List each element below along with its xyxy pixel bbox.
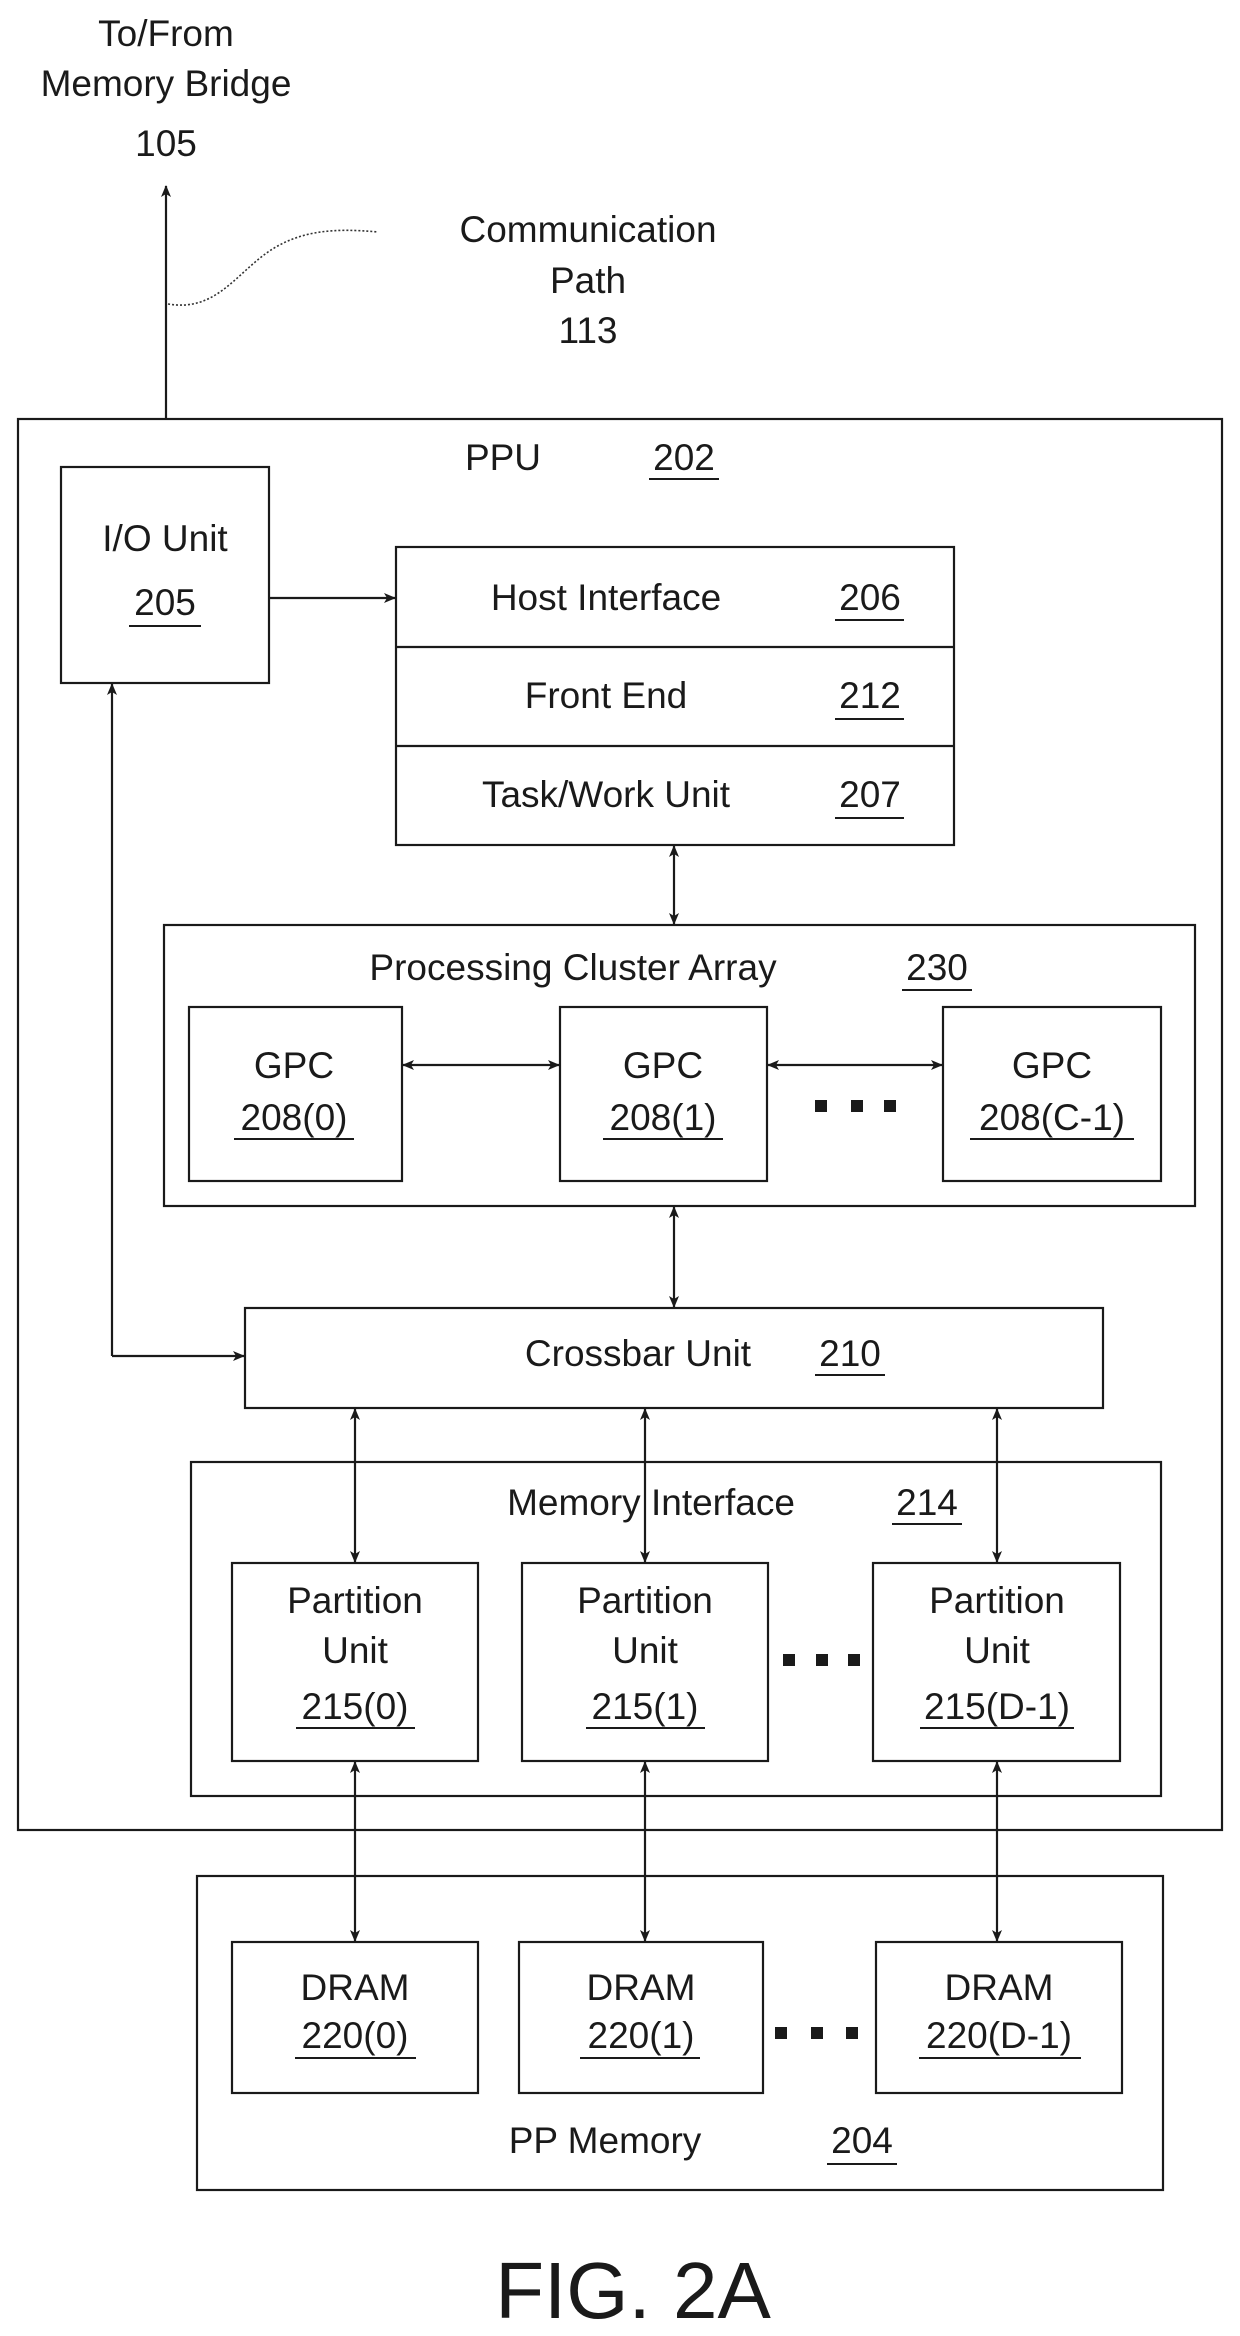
crossbar-ref: 210 bbox=[819, 1333, 881, 1374]
ellipsis-dot bbox=[848, 1654, 860, 1666]
memory-bridge-label: To/From Memory Bridge 105 bbox=[41, 13, 292, 164]
communication-path-leader-line bbox=[167, 229, 379, 306]
front-end-ref: 212 bbox=[839, 675, 901, 716]
memory-interface: Memory Interface 214 Partition Unit 215(… bbox=[189, 1460, 1163, 1798]
partition-unit-line1: Partition bbox=[287, 1580, 423, 1621]
pp-memory: DRAM 220(0) DRAM 220(1) DRAM 220(D-1) PP… bbox=[195, 1874, 1165, 2192]
host-interface-ref: 206 bbox=[839, 577, 901, 618]
partition-unit-line2: Unit bbox=[612, 1630, 679, 1671]
ellipsis-dot bbox=[816, 1654, 828, 1666]
host-stack: Host Interface 206 Front End 212 Task/Wo… bbox=[394, 545, 956, 847]
gpc-label: GPC bbox=[1012, 1045, 1092, 1086]
pp-memory-label: PP Memory bbox=[509, 2120, 702, 2161]
gpc-box bbox=[187, 1005, 404, 1183]
dram-ref: 220(0) bbox=[302, 2015, 409, 2056]
gpc-box bbox=[941, 1005, 1163, 1183]
dram-label: DRAM bbox=[945, 1967, 1054, 2008]
processing-cluster-array: Processing Cluster Array 230 GPC 208(0) … bbox=[162, 923, 1197, 1208]
ppu-block-diagram: To/From Memory Bridge 105 Communication … bbox=[16, 13, 1224, 2335]
ellipsis-dot bbox=[783, 1654, 795, 1666]
ellipsis-dot bbox=[884, 1100, 896, 1112]
pp-memory-ref: 204 bbox=[831, 2120, 893, 2161]
partition-unit-ref: 215(1) bbox=[592, 1686, 699, 1727]
front-end-label: Front End bbox=[525, 675, 687, 716]
gpc-ref: 208(C-1) bbox=[979, 1097, 1125, 1138]
partition-unit-line2: Unit bbox=[964, 1630, 1031, 1671]
gpc-label: GPC bbox=[623, 1045, 703, 1086]
memory-interface-ref: 214 bbox=[896, 1482, 958, 1523]
io-unit-label: I/O Unit bbox=[102, 518, 228, 559]
gpc-label: GPC bbox=[254, 1045, 334, 1086]
ppu-ref: 202 bbox=[653, 437, 715, 478]
ellipsis-dot bbox=[815, 1100, 827, 1112]
crossbar-label: Crossbar Unit bbox=[525, 1333, 752, 1374]
dram-label: DRAM bbox=[587, 1967, 696, 2008]
partition-unit-ref: 215(0) bbox=[302, 1686, 409, 1727]
gpc-ref: 208(0) bbox=[241, 1097, 348, 1138]
communication-path-line1: Communication bbox=[459, 209, 716, 250]
ellipsis-dot bbox=[846, 2027, 858, 2039]
pca-label: Processing Cluster Array bbox=[369, 947, 777, 988]
partition-unit-line2: Unit bbox=[322, 1630, 389, 1671]
communication-path-line2: Path bbox=[550, 260, 626, 301]
dram-label: DRAM bbox=[301, 1967, 410, 2008]
partition-unit-line1: Partition bbox=[577, 1580, 713, 1621]
ppu-label: PPU bbox=[465, 437, 541, 478]
task-work-unit-ref: 207 bbox=[839, 774, 901, 815]
dram-ref: 220(D-1) bbox=[926, 2015, 1072, 2056]
gpc-box bbox=[558, 1005, 769, 1183]
host-interface-label: Host Interface bbox=[491, 577, 721, 618]
ellipsis-dot bbox=[775, 2027, 787, 2039]
partition-unit-ref: 215(D-1) bbox=[924, 1686, 1070, 1727]
task-work-unit-label: Task/Work Unit bbox=[482, 774, 731, 815]
communication-path-ref: 113 bbox=[559, 310, 618, 351]
io-unit-ref: 205 bbox=[134, 582, 196, 623]
memory-interface-label: Memory Interface bbox=[507, 1482, 795, 1523]
pca-ref: 230 bbox=[906, 947, 968, 988]
ellipsis-dot bbox=[811, 2027, 823, 2039]
gpc-ref: 208(1) bbox=[610, 1097, 717, 1138]
io-unit-box bbox=[59, 465, 271, 685]
ellipsis-dot bbox=[851, 1100, 863, 1112]
crossbar-unit: Crossbar Unit 210 bbox=[243, 1306, 1105, 1410]
communication-path-label: Communication Path 113 bbox=[459, 209, 716, 351]
memory-bridge-ref: 105 bbox=[135, 123, 197, 164]
io-unit: I/O Unit 205 bbox=[59, 465, 271, 685]
figure-caption: FIG. 2A bbox=[495, 2246, 771, 2335]
memory-bridge-line1: To/From bbox=[98, 13, 234, 54]
dram-ref: 220(1) bbox=[588, 2015, 695, 2056]
memory-bridge-line2: Memory Bridge bbox=[41, 63, 292, 104]
partition-unit-line1: Partition bbox=[929, 1580, 1065, 1621]
